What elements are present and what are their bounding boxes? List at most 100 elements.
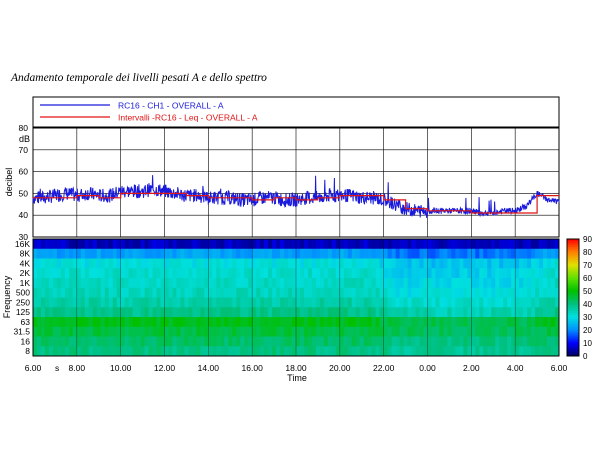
- spectrogram-cell: [84, 336, 90, 347]
- spectrogram-cell: [363, 297, 369, 308]
- spectrogram-cell: [33, 239, 38, 250]
- spectrogram-cell: [551, 268, 556, 279]
- spectrogram-cell: [108, 326, 114, 337]
- spectrogram-cell: [519, 297, 524, 308]
- spectrogram-cell: [112, 268, 118, 279]
- spectrogram-cell: [451, 297, 456, 308]
- spectrogram-cell: [204, 326, 209, 337]
- spectrogram-cell: [423, 346, 428, 357]
- spectrogram-cell: [192, 317, 197, 328]
- spectrogram-cell: [367, 336, 373, 347]
- spectrogram-cell: [48, 297, 54, 308]
- spectrogram-cell: [355, 239, 361, 250]
- spectrogram-cell: [323, 258, 329, 269]
- spectrogram-cell: [216, 336, 221, 347]
- spectrogram-cell: [100, 297, 106, 308]
- spectrogram-cell: [240, 317, 245, 328]
- spectrogram-cell: [407, 278, 412, 289]
- spectrogram-cell: [371, 268, 377, 279]
- spectrogram-cell: [44, 278, 50, 289]
- spectrogram-cell: [68, 268, 74, 279]
- spectrogram-cell: [495, 317, 500, 328]
- spectrogram-cell: [280, 248, 285, 259]
- spectrogram-cell: [443, 336, 448, 347]
- spectrogram-cell: [311, 248, 317, 259]
- spectrogram-cell: [347, 278, 353, 289]
- spectrogram-cell: [447, 248, 452, 259]
- spectrogram-cell: [76, 336, 82, 347]
- spectrogram-cell: [471, 297, 476, 308]
- spectrogram-cell: [96, 248, 102, 259]
- spectrogram-cell: [272, 307, 277, 318]
- spectrogram-cell: [463, 278, 468, 289]
- spectrogram-cell: [315, 307, 321, 318]
- spectrogram-cell: [399, 346, 404, 357]
- spectrogram-cell: [256, 297, 261, 308]
- spectrogram-cell: [331, 268, 337, 279]
- spectrogram-cell: [116, 287, 122, 298]
- spectrogram-cell: [379, 268, 385, 279]
- spectrogram-cell: [148, 326, 153, 337]
- spectrogram-cell: [216, 317, 221, 328]
- spectrogram-cell: [503, 278, 508, 289]
- spectrogram-cell: [72, 346, 78, 357]
- spectrogram-cell: [132, 278, 137, 289]
- spectrogram-cell: [303, 326, 309, 337]
- spectrogram-cell: [551, 278, 556, 289]
- spectrogram-cell: [371, 258, 377, 269]
- spectrogram-cell: [56, 317, 62, 328]
- spectrogram-cell: [323, 346, 329, 357]
- spectrogram-cell: [76, 248, 82, 259]
- spectrogram-cell: [220, 336, 225, 347]
- spectrogram-cell: [148, 268, 153, 279]
- spectrogram-cell: [527, 287, 532, 298]
- spectrogram-cell: [483, 248, 488, 259]
- spectrogram-cell: [36, 346, 42, 357]
- spectrogram-cell: [399, 268, 404, 279]
- spectrogram-cell: [68, 239, 74, 250]
- spectrogram-cell: [256, 317, 261, 328]
- spectrogram-cell: [347, 307, 353, 318]
- spectrogram-cell: [244, 307, 249, 318]
- spectrogram-cell: [128, 346, 134, 357]
- spectrogram-cell: [120, 326, 126, 337]
- spectrogram-cell: [52, 346, 58, 357]
- spectrogram-cell: [268, 317, 273, 328]
- spectrogram-cell: [519, 258, 524, 269]
- spectrogram-cell: [184, 258, 189, 269]
- spectrogram-cell: [407, 297, 412, 308]
- spectrogram-cell: [435, 307, 440, 318]
- spectrogram-cell: [507, 307, 512, 318]
- spectrogram-cell: [363, 307, 369, 318]
- spectrogram-cell: [427, 268, 432, 279]
- spectrogram-cell: [423, 278, 428, 289]
- spectrogram-cell: [515, 258, 520, 269]
- colorbar: 0102030405060708090: [566, 235, 592, 361]
- spectrogram-cell: [479, 336, 484, 347]
- colorbar-tick-label: 70: [583, 261, 592, 270]
- spectrogram-cell: [84, 307, 90, 318]
- spectrogram-cell: [212, 346, 217, 357]
- spectrogram-cell: [116, 346, 122, 357]
- spectrogram-cell: [427, 239, 432, 250]
- spectrogram-cell: [299, 268, 305, 279]
- spectrogram-cell: [33, 326, 38, 337]
- spectrogram-cell: [120, 268, 126, 279]
- spectrogram-cell: [467, 307, 472, 318]
- spectrogram-cell: [331, 307, 337, 318]
- spectrogram-cell: [108, 317, 114, 328]
- spectrogram-cell: [248, 317, 253, 328]
- spectrogram-cell: [280, 239, 285, 250]
- spectrogram-cell: [132, 346, 137, 357]
- spectrogram-cell: [547, 248, 552, 259]
- spectrogram-cell: [483, 297, 488, 308]
- spectrogram-cell: [511, 278, 516, 289]
- spectrogram-cell: [539, 297, 544, 308]
- spectrogram-cell: [455, 336, 460, 347]
- spectrogram-cell: [311, 297, 317, 308]
- spectrogram-cell: [284, 307, 289, 318]
- spectrogram-cell: [224, 258, 229, 269]
- spectrogram-cell: [256, 307, 261, 318]
- spectrogram-cell: [164, 317, 169, 328]
- spectrogram-cell: [443, 307, 448, 318]
